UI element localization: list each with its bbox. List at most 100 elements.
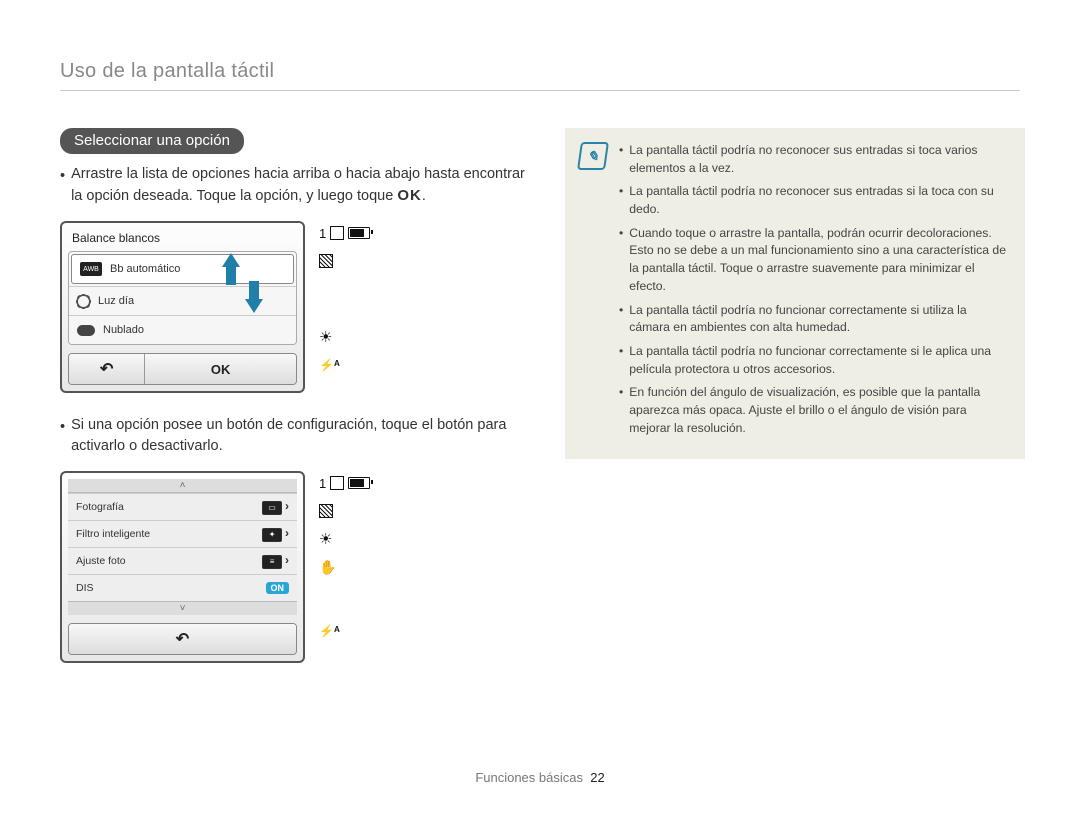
note-text: La pantalla táctil podría no reconocer s… bbox=[629, 142, 1009, 177]
option-cloudy[interactable]: Nublado bbox=[69, 315, 296, 344]
note-text: En función del ángulo de visualización, … bbox=[629, 384, 1009, 437]
bullet-icon: • bbox=[619, 343, 623, 378]
left-column: Seleccionar una opción • Arrastre la lis… bbox=[60, 128, 530, 663]
setting-row-smartfilter[interactable]: Filtro inteligente ✦ › bbox=[68, 520, 297, 547]
flash-auto-icon: ⚡ᴬ bbox=[319, 358, 340, 372]
bullet-icon: • bbox=[619, 142, 623, 177]
note-item: •La pantalla táctil podría no reconocer … bbox=[619, 183, 1009, 218]
camera-screenshot-1: Balance blancos AWB Bb automático Luz dí… bbox=[60, 221, 305, 393]
memory-icon bbox=[330, 226, 344, 240]
status-flash-icon: ⚡ᴬ bbox=[319, 357, 389, 373]
chevron-right-icon: › bbox=[285, 553, 289, 567]
option-daylight-label: Luz día bbox=[98, 295, 134, 307]
option-awb-label: Bb automático bbox=[110, 263, 180, 275]
filter-icon: ✦ bbox=[262, 528, 282, 542]
instruction-paragraph-2: • Si una opción posee un botón de config… bbox=[60, 415, 530, 457]
flash-auto-icon: ⚡ᴬ bbox=[319, 624, 340, 638]
status-grid-icon bbox=[319, 503, 389, 519]
status-brightness-icon: ☀ bbox=[319, 531, 389, 547]
note-item: •La pantalla táctil podría no funcionar … bbox=[619, 302, 1009, 337]
note-item: •Cuando toque o arrastre la pantalla, po… bbox=[619, 225, 1009, 296]
camera-screenshot-2: ˄ Fotografía ▭ › Filtro inteligente ✦ › … bbox=[60, 471, 305, 663]
list-scroll-up[interactable]: ˄ bbox=[68, 479, 297, 493]
setting-row-dis[interactable]: DIS ON bbox=[68, 574, 297, 601]
awb-icon: AWB bbox=[80, 262, 102, 276]
shot-counter: 1 bbox=[319, 226, 326, 241]
list-scroll-down[interactable]: ˅ bbox=[68, 601, 297, 615]
menu-title: Balance blancos bbox=[68, 229, 297, 251]
shot-counter: 1 bbox=[319, 476, 326, 491]
option-daylight[interactable]: Luz día bbox=[69, 286, 296, 315]
instruction-text-2: Si una opción posee un botón de configur… bbox=[71, 415, 530, 457]
inline-period: . bbox=[422, 188, 426, 204]
note-text: La pantalla táctil podría no reconocer s… bbox=[629, 183, 1009, 218]
note-text: Cuando toque o arrastre la pantalla, pod… bbox=[629, 225, 1009, 296]
status-count-battery: 1 bbox=[319, 475, 389, 491]
status-touch-icon: ✋ bbox=[319, 559, 389, 575]
cloud-icon bbox=[77, 325, 95, 336]
bottom-bar: ↶ OK bbox=[68, 353, 297, 385]
option-list: AWB Bb automático Luz día Nublado bbox=[68, 251, 297, 345]
page-number: 22 bbox=[590, 770, 604, 785]
sun-icon bbox=[77, 295, 90, 308]
section-heading-badge: Seleccionar una opción bbox=[60, 128, 244, 154]
instruction-paragraph-1: • Arrastre la lista de opciones hacia ar… bbox=[60, 164, 530, 207]
option-awb[interactable]: AWB Bb automático bbox=[71, 254, 294, 284]
instruction-text-1: Arrastre la lista de opciones hacia arri… bbox=[71, 164, 530, 207]
note-item: •La pantalla táctil podría no funcionar … bbox=[619, 343, 1009, 378]
back-arrow-icon: ↶ bbox=[176, 629, 189, 649]
instruction-lead: Arrastre la lista de opciones hacia arri… bbox=[71, 166, 525, 204]
note-text: La pantalla táctil podría no funcionar c… bbox=[629, 302, 1009, 337]
screenshot-1-wrap: Balance blancos AWB Bb automático Luz dí… bbox=[60, 221, 530, 393]
battery-icon bbox=[348, 227, 370, 239]
bullet-icon: • bbox=[619, 302, 623, 337]
manual-page: Uso de la pantalla táctil Seleccionar un… bbox=[0, 0, 1080, 815]
footer-section-label: Funciones básicas bbox=[475, 770, 583, 785]
bullet-icon: • bbox=[60, 164, 65, 207]
brightness-icon: ☀ bbox=[319, 532, 332, 547]
toggle-on-badge[interactable]: ON bbox=[266, 582, 290, 594]
breadcrumb: Uso de la pantalla táctil bbox=[60, 60, 274, 83]
bullet-icon: • bbox=[619, 384, 623, 437]
adjust-icon: ≡ bbox=[262, 555, 282, 569]
bottom-bar-2: ↶ bbox=[68, 623, 297, 655]
note-info-icon: ✎ bbox=[577, 142, 609, 170]
chevron-right-icon: › bbox=[285, 499, 289, 513]
status-flash-icon: ⚡ᴬ bbox=[319, 623, 389, 639]
grid-icon bbox=[319, 504, 333, 518]
setting-label-dis: DIS bbox=[76, 582, 94, 594]
memory-icon bbox=[330, 476, 344, 490]
status-icon-strip-2: 1 ☀ ✋ ⚡ᴬ bbox=[319, 471, 389, 639]
setting-row-photo[interactable]: Fotografía ▭ › bbox=[68, 493, 297, 520]
status-count-battery: 1 bbox=[319, 225, 389, 241]
ok-label-inline: OK bbox=[397, 187, 422, 204]
ok-button[interactable]: OK bbox=[144, 354, 296, 384]
back-arrow-icon: ↶ bbox=[100, 359, 113, 379]
note-box: ✎ •La pantalla táctil podría no reconoce… bbox=[565, 128, 1025, 459]
size-icon: ▭ bbox=[262, 501, 282, 515]
breadcrumb-rule bbox=[60, 90, 1020, 91]
battery-icon bbox=[348, 477, 370, 489]
status-brightness-icon: ☀ bbox=[319, 329, 389, 345]
note-list: •La pantalla táctil podría no reconocer … bbox=[619, 142, 1009, 437]
status-grid-icon bbox=[319, 253, 389, 269]
note-item: •La pantalla táctil podría no reconocer … bbox=[619, 142, 1009, 177]
option-cloudy-label: Nublado bbox=[103, 324, 144, 336]
setting-row-adjust[interactable]: Ajuste foto ≡ › bbox=[68, 547, 297, 574]
brightness-icon: ☀ bbox=[319, 330, 332, 345]
setting-label-adjust: Ajuste foto bbox=[76, 555, 126, 567]
screenshot-2-wrap: ˄ Fotografía ▭ › Filtro inteligente ✦ › … bbox=[60, 471, 530, 663]
chevron-right-icon: › bbox=[285, 526, 289, 540]
page-footer: Funciones básicas 22 bbox=[0, 770, 1080, 785]
back-button[interactable]: ↶ bbox=[69, 624, 296, 654]
setting-label-smartfilter: Filtro inteligente bbox=[76, 528, 150, 540]
note-text: La pantalla táctil podría no funcionar c… bbox=[629, 343, 1009, 378]
grid-icon bbox=[319, 254, 333, 268]
bullet-icon: • bbox=[619, 225, 623, 296]
back-button[interactable]: ↶ bbox=[69, 354, 144, 384]
note-item: •En función del ángulo de visualización,… bbox=[619, 384, 1009, 437]
status-icon-strip-1: 1 ☀ ⚡ᴬ bbox=[319, 221, 389, 373]
bullet-icon: • bbox=[60, 415, 65, 457]
setting-label-photo: Fotografía bbox=[76, 501, 124, 513]
bullet-icon: • bbox=[619, 183, 623, 218]
